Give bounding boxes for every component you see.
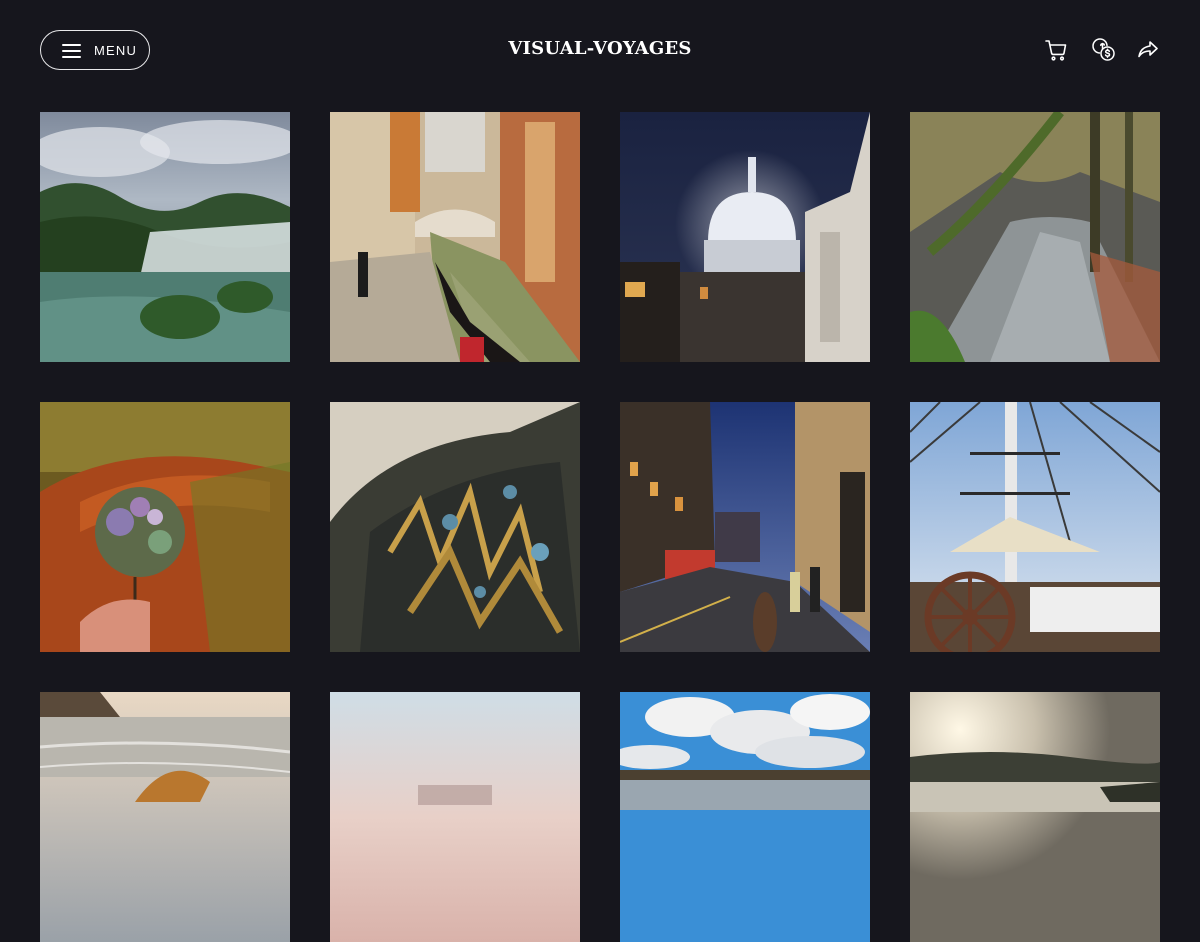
photo-forest-river[interactable] xyxy=(910,112,1160,362)
photo-image xyxy=(40,692,290,942)
photo-image xyxy=(910,112,1160,362)
photo-ship-deck-wheel[interactable] xyxy=(910,402,1160,652)
site-header: MENU VISUAL-VOYAGES xyxy=(0,0,1200,102)
photo-pastel-sky[interactable] xyxy=(330,692,580,942)
photo-image xyxy=(910,692,1160,942)
photo-beach-shell[interactable] xyxy=(40,692,290,942)
photo-image xyxy=(40,112,290,362)
photo-image xyxy=(330,402,580,652)
photo-image xyxy=(40,402,290,652)
site-logo[interactable]: VISUAL-VOYAGES xyxy=(0,38,1200,59)
photo-image xyxy=(910,402,1160,652)
photo-gallery xyxy=(40,112,1160,942)
cart-icon[interactable] xyxy=(1044,38,1068,62)
photo-sunset-lake[interactable] xyxy=(910,692,1160,942)
share-icon[interactable] xyxy=(1136,38,1160,62)
photo-venice-canal[interactable] xyxy=(330,112,580,362)
photo-image xyxy=(620,692,870,942)
photo-image xyxy=(330,112,580,362)
photo-city-street-night[interactable] xyxy=(620,402,870,652)
currency-icon[interactable] xyxy=(1092,38,1116,62)
photo-image xyxy=(620,112,870,362)
photo-autumn-path-hydrangea[interactable] xyxy=(40,402,290,652)
photo-image xyxy=(330,692,580,942)
photo-blue-sky-shore[interactable] xyxy=(620,692,870,942)
photo-waterfall-lake[interactable] xyxy=(40,112,290,362)
photo-seaweed-closeup[interactable] xyxy=(330,402,580,652)
photo-cathedral-dome-night[interactable] xyxy=(620,112,870,362)
photo-image xyxy=(620,402,870,652)
